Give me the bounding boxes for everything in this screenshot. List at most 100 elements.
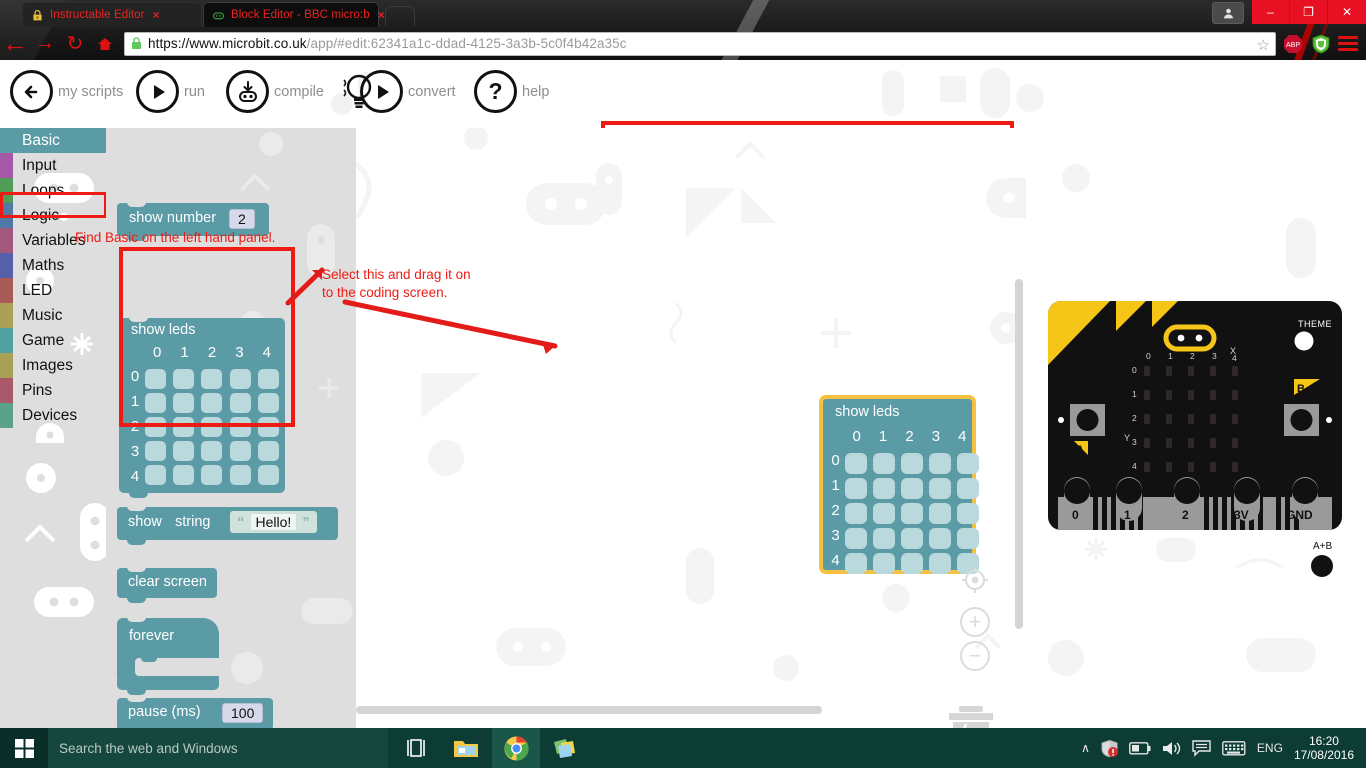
adblock-extension-icon[interactable]: ABP: [1282, 33, 1304, 55]
sidebar-item-images[interactable]: Images: [0, 353, 106, 378]
start-button[interactable]: [0, 728, 48, 768]
led-toggle[interactable]: [845, 478, 867, 499]
browser-tab-instructable[interactable]: Instructable Editor ×: [22, 2, 202, 27]
sidebar-item-pins[interactable]: Pins: [0, 378, 106, 403]
sidebar-item-maths[interactable]: Maths: [0, 253, 106, 278]
canvas-vscrollbar[interactable]: [1015, 279, 1023, 629]
toolbar-item-compile[interactable]: compile: [226, 70, 324, 113]
notifications-icon[interactable]: [1192, 739, 1211, 757]
led-toggle[interactable]: [957, 528, 979, 549]
led-toggle[interactable]: [901, 553, 923, 574]
maximize-button[interactable]: ❐: [1290, 0, 1328, 24]
battery-icon[interactable]: [1129, 741, 1151, 755]
volume-icon[interactable]: [1162, 740, 1181, 757]
address-bar[interactable]: https://www.microbit.co.uk/app/#edit:623…: [124, 31, 1276, 56]
canvas-show-leds-block[interactable]: show leds 0 1 2 3 4 0 1 2 3 4: [819, 395, 979, 574]
sidebar-item-input[interactable]: Input: [0, 153, 106, 178]
led-toggle[interactable]: [929, 453, 951, 474]
bookmark-star-icon[interactable]: ☆: [1257, 36, 1270, 54]
led-toggle[interactable]: [201, 465, 223, 485]
led-toggle[interactable]: [901, 528, 923, 549]
microbit-simulator[interactable]: THEME A B X Y 0 1 2 3 4 0 1 2 3 4 0 1 2 …: [1048, 301, 1342, 530]
taskbar-clock[interactable]: 16:20 17/08/2016: [1294, 734, 1354, 762]
sidebar-item-devices[interactable]: Devices: [0, 403, 106, 428]
browser-tab-block-editor[interactable]: Block Editor - BBC micro:b ×: [203, 2, 385, 27]
led-toggle[interactable]: [929, 503, 951, 524]
number-field[interactable]: 2: [229, 209, 255, 229]
photos-button[interactable]: [540, 728, 588, 768]
language-indicator[interactable]: ENG: [1257, 741, 1283, 755]
sidebar-item-loops[interactable]: Loops: [0, 178, 106, 203]
led-toggle[interactable]: [845, 503, 867, 524]
canvas-hscrollbar[interactable]: [356, 706, 1026, 714]
led-toggle[interactable]: [873, 503, 895, 524]
led-toggle[interactable]: [257, 441, 279, 461]
toolbar-item-run[interactable]: run: [136, 70, 205, 113]
led-toggle[interactable]: [145, 465, 166, 485]
led-toggle[interactable]: [845, 528, 867, 549]
led-toggle[interactable]: [957, 478, 979, 499]
browser-menu-button[interactable]: [1338, 36, 1358, 51]
sidebar-item-logic[interactable]: Logic: [0, 203, 106, 228]
reload-button[interactable]: ↻: [60, 29, 90, 59]
sidebar-item-basic[interactable]: Basic: [0, 128, 106, 153]
sidebar-item-music[interactable]: Music: [0, 303, 106, 328]
tray-chevron-icon[interactable]: ∧: [1081, 741, 1090, 755]
question-mark-icon: ?: [474, 70, 517, 113]
taskbar-search-box[interactable]: Search the web and Windows: [48, 728, 388, 768]
sidebar-item-led[interactable]: LED: [0, 278, 106, 303]
led-toggle[interactable]: [257, 465, 279, 485]
chrome-button[interactable]: [492, 728, 540, 768]
led-toggle[interactable]: [929, 553, 951, 574]
led-toggle[interactable]: [845, 453, 867, 474]
close-window-button[interactable]: ✕: [1328, 0, 1366, 24]
show-string-block[interactable]: show string “ Hello! ”: [117, 506, 338, 545]
led-toggle[interactable]: [173, 441, 195, 461]
forever-block[interactable]: forever: [117, 617, 219, 695]
home-button[interactable]: [90, 29, 120, 59]
led-toggle[interactable]: [229, 465, 251, 485]
security-alert-icon[interactable]: [1101, 739, 1118, 757]
led-toggle[interactable]: [229, 441, 251, 461]
toolbar-item-convert[interactable]: convert: [338, 70, 456, 113]
led-toggle[interactable]: [873, 528, 895, 549]
number-field[interactable]: 100: [222, 703, 264, 723]
search-placeholder: Search the web and Windows: [59, 740, 238, 756]
toolbar-item-help[interactable]: ? help: [474, 70, 549, 113]
led-toggle[interactable]: [957, 503, 979, 524]
back-button[interactable]: ←: [0, 28, 30, 59]
pause-block[interactable]: pause (ms) 100: [117, 697, 273, 728]
task-view-button[interactable]: [392, 728, 440, 768]
toolbar-item-my-scripts[interactable]: my scripts: [10, 70, 123, 113]
tab-close-icon[interactable]: ×: [153, 9, 160, 21]
string-field[interactable]: Hello!: [249, 513, 298, 531]
new-tab-button[interactable]: [385, 6, 415, 26]
shield-extension-icon[interactable]: [1310, 33, 1332, 55]
clear-screen-block[interactable]: clear screen: [117, 567, 217, 603]
led-toggle[interactable]: [873, 453, 895, 474]
zoom-out-button[interactable]: −: [960, 641, 990, 671]
minimize-button[interactable]: –: [1252, 0, 1290, 24]
keyboard-icon[interactable]: [1222, 740, 1246, 756]
tab-close-icon[interactable]: ×: [378, 9, 385, 21]
led-toggle[interactable]: [901, 453, 923, 474]
led-toggle[interactable]: [957, 453, 979, 474]
led-toggle[interactable]: [929, 478, 951, 499]
ab-button[interactable]: [1311, 555, 1333, 577]
file-explorer-button[interactable]: [442, 728, 490, 768]
led-toggle[interactable]: [901, 478, 923, 499]
zoom-in-button[interactable]: +: [960, 607, 990, 637]
led-toggle[interactable]: [173, 465, 195, 485]
led-toggle[interactable]: [145, 441, 166, 461]
led-toggle[interactable]: [901, 503, 923, 524]
led-toggle[interactable]: [201, 441, 223, 461]
center-view-button[interactable]: [960, 565, 990, 595]
led-toggle[interactable]: [873, 553, 895, 574]
led-toggle[interactable]: [873, 478, 895, 499]
sidebar-item-game[interactable]: Game: [0, 328, 106, 353]
block-label: string: [175, 514, 211, 530]
led-toggle[interactable]: [929, 528, 951, 549]
led-toggle[interactable]: [845, 553, 867, 574]
forward-button[interactable]: →: [30, 29, 60, 59]
user-profile-button[interactable]: [1212, 2, 1244, 24]
